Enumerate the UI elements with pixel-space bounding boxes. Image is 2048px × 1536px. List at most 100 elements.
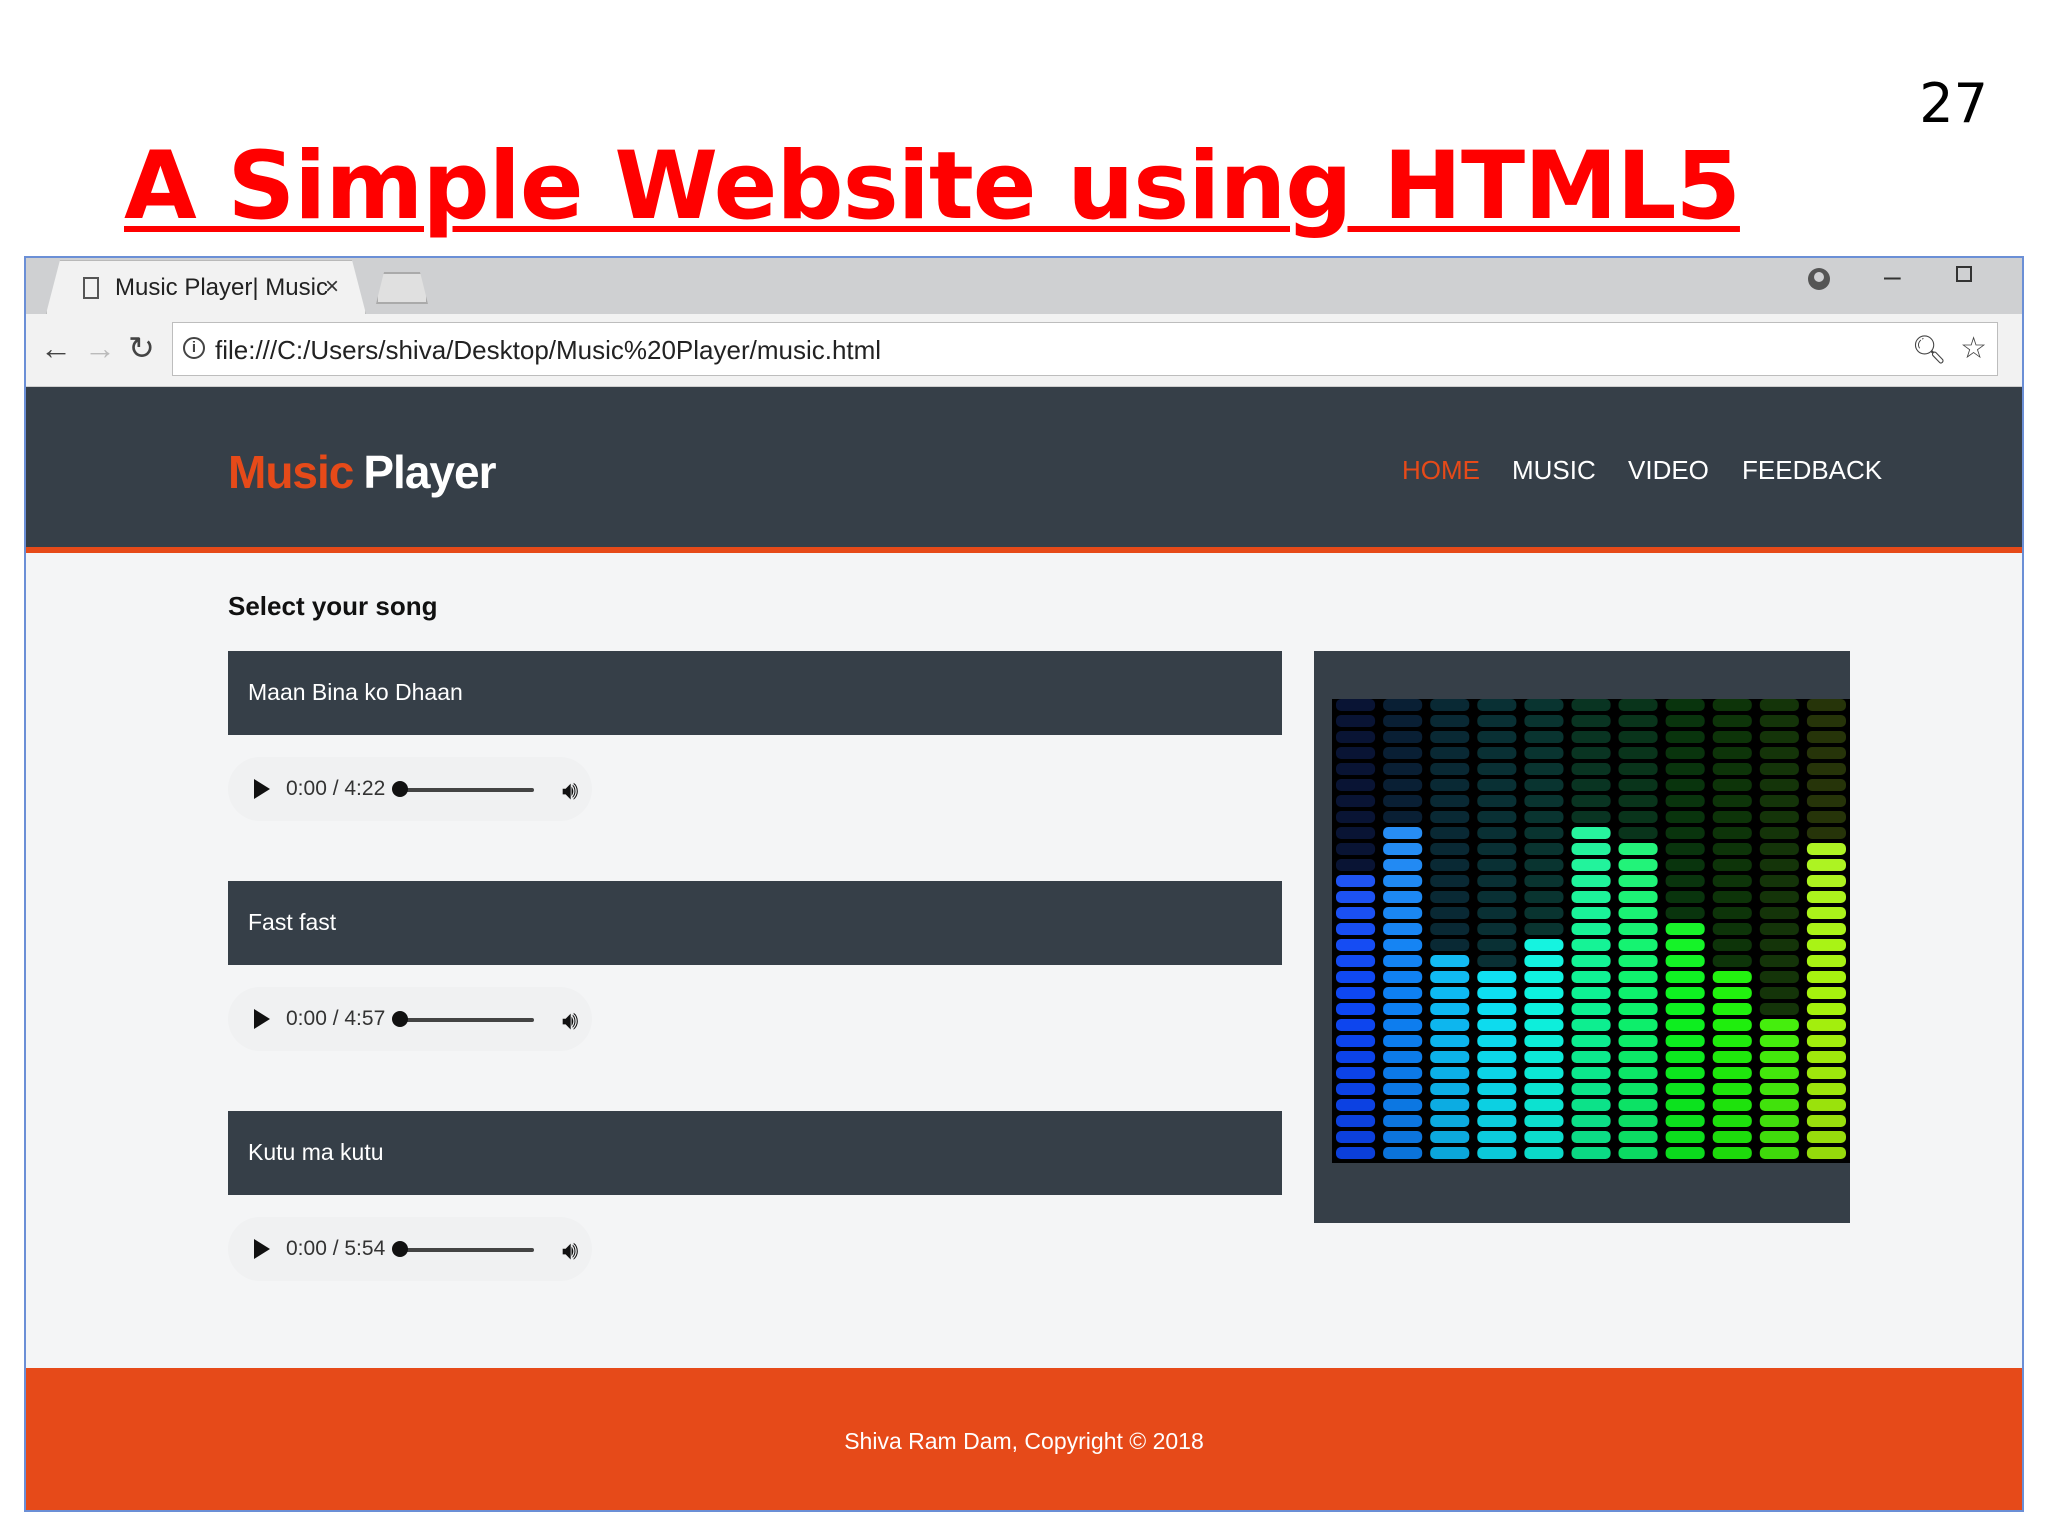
equalizer-segment bbox=[1806, 779, 1846, 791]
equalizer-segment bbox=[1806, 1051, 1846, 1063]
equalizer-segment bbox=[1806, 763, 1846, 775]
equalizer-segment bbox=[1383, 971, 1423, 983]
equalizer-segment bbox=[1477, 1003, 1517, 1015]
audio-player[interactable]: 0:00 / 4:22 🔊︎ bbox=[228, 757, 592, 821]
volume-icon[interactable]: 🔊︎ bbox=[562, 775, 578, 807]
browser-menu-icon[interactable]: ⋮ bbox=[2014, 328, 2022, 358]
restore-icon[interactable] bbox=[1956, 266, 1972, 282]
equalizer-segment bbox=[1618, 875, 1658, 887]
equalizer-segment bbox=[1477, 795, 1517, 807]
page-icon bbox=[83, 277, 99, 299]
forward-arrow-icon[interactable]: → bbox=[84, 332, 116, 364]
equalizer-segment bbox=[1759, 827, 1799, 839]
site-logo[interactable]: Music Player bbox=[228, 445, 497, 499]
equalizer-segment bbox=[1524, 1131, 1564, 1143]
equalizer-segment bbox=[1618, 1051, 1658, 1063]
seek-bar[interactable] bbox=[398, 1248, 534, 1252]
equalizer-segment bbox=[1336, 795, 1376, 807]
equalizer-segment bbox=[1336, 987, 1376, 999]
equalizer-segment bbox=[1430, 1035, 1470, 1047]
minimize-icon[interactable]: – bbox=[1884, 260, 1901, 294]
equalizer-segment bbox=[1477, 939, 1517, 951]
play-icon[interactable] bbox=[254, 1239, 270, 1259]
equalizer-segment bbox=[1477, 811, 1517, 823]
url-text[interactable]: file:///C:/Users/shiva/Desktop/Music%20P… bbox=[215, 335, 881, 366]
equalizer-segment bbox=[1806, 1083, 1846, 1095]
equalizer-segment bbox=[1712, 795, 1752, 807]
equalizer-segment bbox=[1336, 699, 1376, 711]
equalizer-segment bbox=[1477, 1083, 1517, 1095]
equalizer-segment bbox=[1430, 859, 1470, 871]
equalizer-segment bbox=[1336, 1067, 1376, 1079]
volume-icon[interactable]: 🔊︎ bbox=[562, 1235, 578, 1267]
equalizer-segment bbox=[1524, 811, 1564, 823]
equalizer-segment bbox=[1618, 939, 1658, 951]
equalizer-segment bbox=[1571, 1147, 1611, 1159]
new-tab-button[interactable] bbox=[376, 272, 428, 304]
seek-bar[interactable] bbox=[398, 788, 534, 792]
equalizer-segment bbox=[1618, 811, 1658, 823]
info-icon[interactable]: i bbox=[183, 337, 205, 359]
equalizer-segment bbox=[1618, 731, 1658, 743]
nav-video[interactable]: VIDEO bbox=[1628, 455, 1709, 486]
footer-text: Shiva Ram Dam, Copyright © 2018 bbox=[844, 1428, 1204, 1454]
equalizer-segment bbox=[1524, 699, 1564, 711]
audio-player[interactable]: 0:00 / 4:57 🔊︎ bbox=[228, 987, 592, 1051]
reload-icon[interactable]: ↻ bbox=[128, 332, 155, 364]
equalizer-segment bbox=[1336, 891, 1376, 903]
equalizer-segment bbox=[1383, 699, 1423, 711]
equalizer-segment bbox=[1618, 779, 1658, 791]
equalizer-segment bbox=[1524, 747, 1564, 759]
browser-tab[interactable]: Music Player| Music × bbox=[46, 260, 366, 314]
profile-icon[interactable] bbox=[1808, 268, 1830, 290]
equalizer-segment bbox=[1618, 795, 1658, 807]
time-display: 0:00 / 4:22 bbox=[286, 777, 386, 800]
equalizer-segment bbox=[1618, 747, 1658, 759]
play-icon[interactable] bbox=[254, 779, 270, 799]
seek-handle[interactable] bbox=[392, 1241, 408, 1257]
equalizer-segment bbox=[1759, 971, 1799, 983]
equalizer-segment bbox=[1336, 1131, 1376, 1143]
equalizer-segment bbox=[1383, 1051, 1423, 1063]
equalizer-segment bbox=[1336, 747, 1376, 759]
equalizer-segment bbox=[1571, 1019, 1611, 1031]
equalizer-segment bbox=[1618, 1083, 1658, 1095]
equalizer-segment bbox=[1524, 875, 1564, 887]
address-bar[interactable]: i file:///C:/Users/shiva/Desktop/Music%2… bbox=[172, 322, 1998, 376]
tab-close-icon[interactable]: × bbox=[325, 273, 339, 301]
nav-home[interactable]: HOME bbox=[1402, 455, 1480, 486]
equalizer-segment bbox=[1806, 891, 1846, 903]
equalizer-segment bbox=[1759, 779, 1799, 791]
equalizer-segment bbox=[1477, 827, 1517, 839]
equalizer-segment bbox=[1336, 811, 1376, 823]
equalizer-segment bbox=[1383, 1131, 1423, 1143]
seek-bar[interactable] bbox=[398, 1018, 534, 1022]
equalizer-segment bbox=[1477, 1035, 1517, 1047]
equalizer-segment bbox=[1665, 907, 1705, 919]
equalizer-segment bbox=[1430, 971, 1470, 983]
seek-handle[interactable] bbox=[392, 781, 408, 797]
equalizer-segment bbox=[1336, 923, 1376, 935]
equalizer-segment bbox=[1477, 859, 1517, 871]
equalizer-segment bbox=[1336, 859, 1376, 871]
play-icon[interactable] bbox=[254, 1009, 270, 1029]
zoom-icon[interactable]: 🔍︎ bbox=[1911, 333, 1947, 366]
equalizer-segment bbox=[1759, 939, 1799, 951]
equalizer-segment bbox=[1477, 731, 1517, 743]
equalizer-segment bbox=[1477, 955, 1517, 967]
equalizer-segment bbox=[1665, 811, 1705, 823]
equalizer-segment bbox=[1806, 827, 1846, 839]
audio-player[interactable]: 0:00 / 5:54 🔊︎ bbox=[228, 1217, 592, 1281]
seek-handle[interactable] bbox=[392, 1011, 408, 1027]
volume-icon[interactable]: 🔊︎ bbox=[562, 1005, 578, 1037]
bookmark-star-icon[interactable]: ☆ bbox=[1960, 331, 1987, 366]
back-arrow-icon[interactable]: ← bbox=[40, 332, 72, 364]
equalizer-segment bbox=[1665, 827, 1705, 839]
equalizer-segment bbox=[1477, 1147, 1517, 1159]
nav-music[interactable]: MUSIC bbox=[1512, 455, 1596, 486]
equalizer-segment bbox=[1430, 811, 1470, 823]
equalizer-segment bbox=[1571, 1131, 1611, 1143]
equalizer-segment bbox=[1712, 1115, 1752, 1127]
equalizer-segment bbox=[1806, 731, 1846, 743]
nav-feedback[interactable]: FEEDBACK bbox=[1742, 455, 1882, 486]
